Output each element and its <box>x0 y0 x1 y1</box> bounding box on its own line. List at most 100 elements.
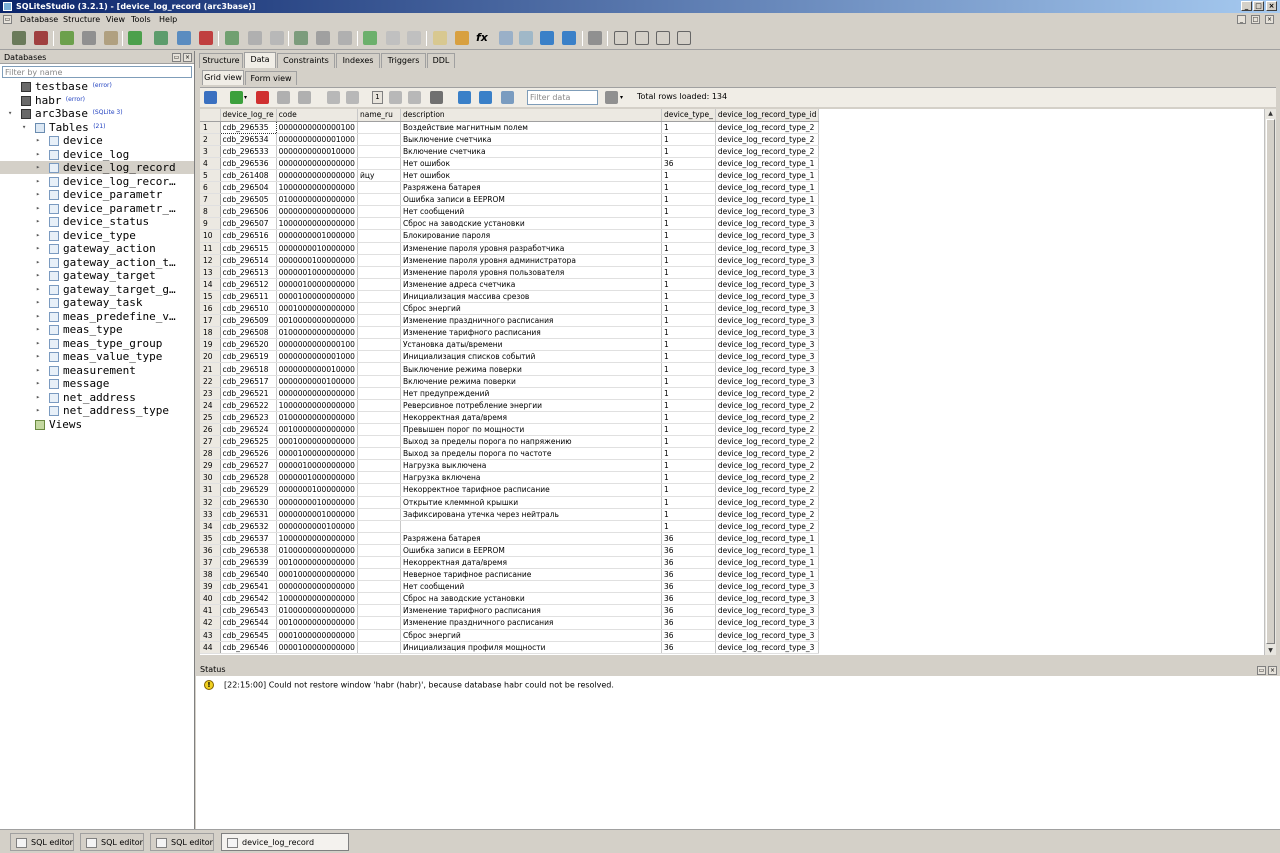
grid-corner[interactable] <box>200 109 221 122</box>
table-row[interactable]: 22 cdb_296517 0000000000100000 Включение ре… <box>200 375 820 388</box>
row-number[interactable]: 44 <box>200 641 221 654</box>
refresh-data-icon[interactable] <box>204 91 217 104</box>
grid-cell[interactable]: device_log_record_type_3 <box>715 290 820 304</box>
remove-database-icon[interactable] <box>104 31 118 45</box>
close-button[interactable]: × <box>1266 1 1277 11</box>
row-number[interactable]: 9 <box>200 217 221 231</box>
row-number[interactable]: 6 <box>200 181 221 195</box>
grid-cell[interactable]: device_log_record_type_1 <box>715 556 820 570</box>
edit-table-icon[interactable] <box>177 31 191 45</box>
grid-cell[interactable]: 36 <box>661 641 716 654</box>
grid-cell[interactable]: Изменение пароля уровня пользователя <box>400 266 662 279</box>
grid-cell[interactable]: 0001000000000000 <box>276 435 358 449</box>
grid-cell[interactable] <box>357 496 401 509</box>
grid-cell[interactable] <box>357 217 401 231</box>
grid-cell[interactable]: cdb_296534 <box>220 133 277 146</box>
mdi-close-icon[interactable]: × <box>1265 15 1274 24</box>
row-number[interactable]: 30 <box>200 471 221 485</box>
document-icon[interactable] <box>433 31 447 45</box>
row-number[interactable]: 20 <box>200 350 221 364</box>
panel-close-icon[interactable]: × <box>183 53 192 62</box>
expand-arrow-right-icon[interactable]: ▸ <box>36 296 40 309</box>
grid-cell[interactable]: cdb_296509 <box>220 314 277 328</box>
table-row[interactable]: 33 cdb_296531 0000000001000000 Зафиксирован… <box>200 508 820 521</box>
expand-arrow-down-icon[interactable]: ▾ <box>22 121 26 134</box>
grid-cell[interactable] <box>357 338 401 352</box>
tree-table-item[interactable]: ▸ device_log_record <box>0 161 194 174</box>
grid-cell[interactable] <box>357 193 401 207</box>
task-sql-editor-3[interactable]: SQL editor 3 <box>150 833 214 851</box>
minimize-button[interactable]: _ <box>1241 1 1252 11</box>
table-row[interactable]: 9 cdb_296507 1000000000000000 Сброс на заво… <box>200 217 820 231</box>
grid-cell[interactable]: Сброс на заводские установки <box>400 592 662 606</box>
grid-cell[interactable] <box>357 375 401 388</box>
grid-cell[interactable] <box>357 133 401 146</box>
grid-cell[interactable]: 0000000000000000 <box>276 205 358 219</box>
tree-database[interactable]: habr (error) <box>0 94 194 107</box>
grid-cell[interactable]: cdb_296528 <box>220 471 277 485</box>
row-number[interactable]: 34 <box>200 520 221 533</box>
grid-cell[interactable] <box>357 157 401 170</box>
table-row[interactable]: 2 cdb_296534 0000000000001000 Выключение сч… <box>200 133 820 146</box>
table-row[interactable]: 38 cdb_296540 0001000000000000 Неверное тар… <box>200 568 820 582</box>
grid-cell[interactable]: 1 <box>661 205 716 219</box>
grid-cell[interactable]: 1 <box>661 266 716 279</box>
tree-table-item[interactable]: ▸ device <box>0 134 194 147</box>
grid-cell[interactable]: cdb_261408 <box>220 169 277 183</box>
tree-database[interactable]: ▾ arc3base (SQLite 3) <box>0 107 194 120</box>
row-number[interactable]: 14 <box>200 278 221 291</box>
grid-cell[interactable]: Нет ошибок <box>400 169 662 183</box>
expand-arrow-right-icon[interactable]: ▸ <box>36 377 40 390</box>
grid-cell[interactable]: cdb_296538 <box>220 544 277 557</box>
table-row[interactable]: 36 cdb_296538 0100000000000000 Ошибка запис… <box>200 544 820 557</box>
tab-indexes[interactable]: Indexes <box>336 53 380 68</box>
cascade-icon[interactable] <box>407 31 421 45</box>
tree-table-item[interactable]: ▸ gateway_action_t… <box>0 256 194 269</box>
row-number[interactable]: 29 <box>200 459 221 473</box>
row-number[interactable]: 27 <box>200 435 221 449</box>
grid-cell[interactable]: Нет сообщений <box>400 580 662 594</box>
grid-cell[interactable] <box>357 362 401 376</box>
grid-cell[interactable]: 0001000000000000 <box>276 629 358 642</box>
grid-cell[interactable]: 36 <box>661 157 716 170</box>
disconnect-icon[interactable] <box>34 31 48 45</box>
task-sql-editor-1[interactable]: SQL editor 1 <box>10 833 74 851</box>
grid-cell[interactable]: 1 <box>661 169 716 183</box>
table-row[interactable]: 25 cdb_296523 0100000000000000 Некорректная… <box>200 411 820 424</box>
expand-arrow-right-icon[interactable]: ▸ <box>36 215 40 228</box>
grid-cell[interactable]: 1 <box>661 326 716 340</box>
grid-cell[interactable]: cdb_296504 <box>220 181 277 195</box>
filter-icon[interactable] <box>605 91 618 104</box>
maximize-button[interactable]: □ <box>1253 1 1264 11</box>
grid-cell[interactable]: 36 <box>661 592 716 606</box>
menu-structure[interactable]: Structure <box>63 13 100 27</box>
grid-cell[interactable] <box>357 314 401 328</box>
grid-cell[interactable] <box>357 447 401 461</box>
grid-cell[interactable]: cdb_296519 <box>220 350 277 364</box>
grid-cell[interactable]: cdb_296508 <box>220 326 277 340</box>
edit-database-icon[interactable] <box>82 31 96 45</box>
grid-cell[interactable]: 0000000010000000 <box>276 496 358 509</box>
grid-cell[interactable]: device_log_record_type_3 <box>715 604 820 618</box>
row-number[interactable]: 26 <box>200 423 221 437</box>
grid-cell[interactable]: device_log_record_type_3 <box>715 592 820 606</box>
grid-cell[interactable] <box>357 399 401 412</box>
grid-cell[interactable] <box>357 641 401 654</box>
expand-arrow-right-icon[interactable]: ▸ <box>36 364 40 377</box>
grid-cell[interactable]: device_log_record_type_3 <box>715 338 820 352</box>
grid-cell[interactable]: cdb_296527 <box>220 459 277 473</box>
grid-cell[interactable] <box>357 544 401 557</box>
tree-table-item[interactable]: ▸ gateway_target <box>0 269 194 282</box>
grid-cell[interactable]: 0100000000000000 <box>276 411 358 424</box>
grid-cell[interactable]: 1 <box>661 520 716 533</box>
tree-table-item[interactable]: ▸ device_parametr <box>0 188 194 201</box>
task-sql-editor-2[interactable]: SQL editor 2 <box>80 833 144 851</box>
tree-table-item[interactable]: ▸ meas_type <box>0 323 194 336</box>
table-row[interactable]: 43 cdb_296545 0001000000000000 Сброс энерги… <box>200 629 820 642</box>
database-filter-input[interactable] <box>2 66 192 78</box>
task-device-log-record[interactable]: device_log_record (arc3base) <box>221 833 349 851</box>
tree-table-item[interactable]: ▸ gateway_action <box>0 242 194 255</box>
create-table-icon[interactable] <box>154 31 168 45</box>
grid-cell[interactable]: device_log_record_type_1 <box>715 157 820 170</box>
grid-cell[interactable]: device_log_record_type_1 <box>715 169 820 183</box>
